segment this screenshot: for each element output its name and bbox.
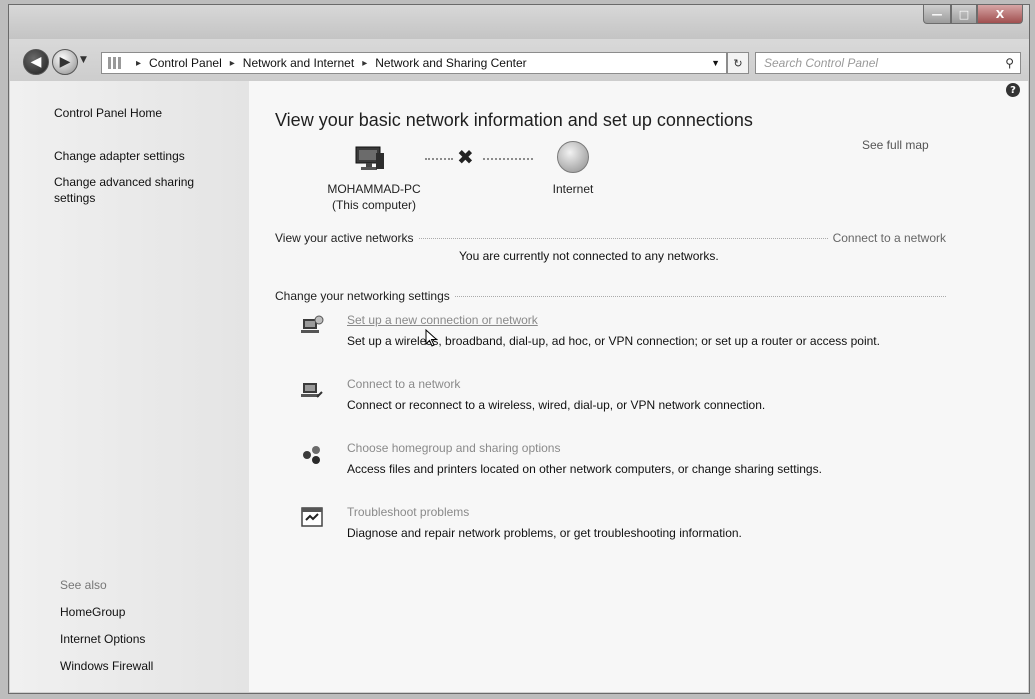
control-panel-home-link[interactable]: Control Panel Home [54,105,162,121]
homegroup-icon [303,446,320,464]
disconnected-x-icon: ✖ [457,145,474,169]
troubleshoot-description: Diagnose and repair network problems, or… [347,526,742,540]
connection-line-left [425,158,453,160]
computer-icon [355,146,384,170]
title-bar: — □ X [9,5,1029,39]
troubleshoot-link[interactable]: Troubleshoot problems [347,505,469,519]
left-navigation-pane: Control Panel Home Change adapter settin… [10,81,249,692]
change-settings-row: Change your networking settings [275,289,946,303]
computer-node: MOHAMMAD-PC (This computer) [319,181,429,213]
network-setup-icon [301,315,324,333]
forward-arrow-icon[interactable]: ▶ [52,49,78,75]
address-bar[interactable]: ▸ Control Panel ▸ Network and Internet ▸… [101,52,727,74]
connect-to-network-link[interactable]: Connect to a network [828,231,946,245]
internet-globe-icon [557,141,589,173]
breadcrumb-separator-icon: ▸ [229,57,235,69]
windows-firewall-link[interactable]: Windows Firewall [60,658,153,674]
troubleshoot-icon [301,507,323,527]
search-placeholder: Search Control Panel [764,56,879,70]
minimize-button[interactable]: — [923,5,951,24]
change-adapter-settings-link[interactable]: Change adapter settings [54,148,185,164]
breadcrumb-separator-icon: ▸ [136,57,142,69]
internet-node-label: Internet [552,182,594,196]
homegroup-link[interactable]: Choose homegroup and sharing options [347,441,560,455]
close-button[interactable]: X [977,5,1023,24]
main-panel: View your basic network information and … [275,81,1028,692]
setup-connection-link[interactable]: Set up a new connection or network [347,313,538,327]
change-advanced-sharing-link[interactable]: Change advanced sharing settings [54,174,224,206]
connection-line-right [483,158,533,160]
see-also-heading: See also [60,578,107,592]
navigation-bar: ◀ ▶ ▼ ▸ Control Panel ▸ Network and Inte… [9,39,1029,81]
control-panel-icon [108,57,122,69]
connect-network-link[interactable]: Connect to a network [347,377,460,391]
breadcrumb-network-and-sharing-center[interactable]: Network and Sharing Center [375,56,526,70]
recent-pages-dropdown-icon[interactable]: ▼ [80,55,87,65]
active-networks-heading: View your active networks [275,231,418,245]
see-full-map-link[interactable]: See full map [862,138,929,152]
refresh-icon[interactable]: ↻ [727,52,749,74]
breadcrumb-control-panel[interactable]: Control Panel [149,56,222,70]
back-arrow-icon[interactable]: ◀ [23,49,49,75]
homegroup-description: Access files and printers located on oth… [347,462,822,476]
task-troubleshoot[interactable]: Troubleshoot problems Diagnose and repai… [299,505,959,545]
maximize-button[interactable]: □ [951,5,977,24]
content-area: Control Panel Home Change adapter settin… [10,81,1028,692]
page-title: View your basic network information and … [275,110,753,130]
task-homegroup[interactable]: Choose homegroup and sharing options Acc… [299,441,959,481]
breadcrumb-separator-icon: ▸ [362,57,368,69]
window-controls: — □ X [923,5,1023,24]
task-setup-connection[interactable]: Set up a new connection or network Set u… [299,313,959,353]
active-networks-row: View your active networks Connect to a n… [275,231,946,245]
internet-options-link[interactable]: Internet Options [60,631,145,647]
address-dropdown-icon[interactable]: ▼ [711,58,720,68]
network-connect-icon [301,383,323,398]
change-settings-heading: Change your networking settings [275,289,454,303]
connect-network-description: Connect or reconnect to a wireless, wire… [347,398,766,412]
homegroup-link[interactable]: HomeGroup [60,604,125,620]
network-sharing-center-window: — □ X ◀ ▶ ▼ ▸ Control Panel ▸ Network an… [8,4,1030,694]
search-icon[interactable]: ⚲ [1005,56,1014,70]
breadcrumb-network-and-internet[interactable]: Network and Internet [243,56,354,70]
computer-name: MOHAMMAD-PC [327,182,421,196]
computer-subtitle: (This computer) [331,198,417,212]
not-connected-message: You are currently not connected to any n… [459,249,719,263]
task-connect-network[interactable]: Connect to a network Connect or reconnec… [299,377,959,417]
mouse-cursor-icon [425,329,438,347]
search-input[interactable]: Search Control Panel ⚲ [755,52,1021,74]
